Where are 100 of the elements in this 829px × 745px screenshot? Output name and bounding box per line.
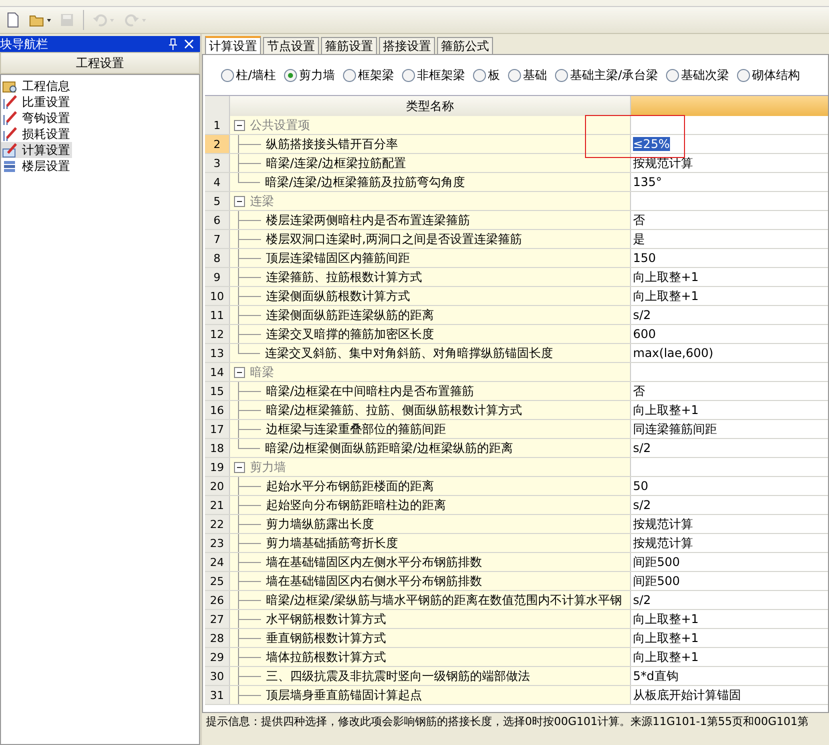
row-number: 31 [205,686,230,704]
radio-option[interactable]: 基础主梁/承台梁 [555,66,658,84]
collapse-toggle[interactable] [234,120,245,130]
sidebar-item[interactable]: 楼层设置 [1,158,72,174]
table-cell: 向上取整+1 [633,610,699,628]
table-cell: 暗梁/边框梁侧面纵筋距暗梁/边框梁纵筋的距离 [265,440,514,456]
radio-button[interactable] [402,68,416,82]
row-number: 20 [205,477,230,495]
row-number: 9 [205,268,230,286]
table-cell: 向上取整+1 [633,288,699,304]
radio-option[interactable]: 框架梁 [343,66,394,84]
table-cell: 连梁交叉斜筋、集中对角斜筋、对角暗撑纵筋锚固长度 [265,344,553,362]
table-cell: 5*d直钩 [633,668,678,684]
folder-magnifier-icon [2,78,18,94]
tab[interactable]: 节点设置 [263,37,319,54]
tab[interactable]: 计算设置 [205,36,261,54]
row-number: 4 [205,173,230,191]
section-header[interactable]: 工程设置 [0,52,200,74]
radio-button[interactable] [221,68,234,82]
radio-option[interactable]: 剪力墙 [284,66,336,84]
radio-button[interactable] [508,68,522,82]
header-cell [205,96,230,116]
document-icon [5,12,21,28]
row-number: 24 [205,553,230,571]
tree-connector [238,629,261,647]
table-cell: 135° [633,175,662,189]
pin-icon[interactable] [168,38,178,50]
collapse-toggle[interactable] [234,462,245,472]
table-cell: 否 [633,212,645,228]
table-cell: 暗梁/边框梁/梁纵筋与墙水平钢筋的距离在数值范围内不计算水平钢 [266,592,622,608]
table-cell: 连梁侧面纵筋根数计算方式 [266,288,410,304]
group-label: 暗梁 [250,364,274,380]
row-number: 15 [205,382,230,400]
table-cell: ≤25% [633,137,670,151]
close-icon[interactable] [184,39,194,49]
group-label: 连梁 [250,192,274,210]
table-cell: 600 [633,327,656,341]
radio-option[interactable]: 板 [473,66,500,84]
tab[interactable]: 搭接设置 [379,37,435,54]
radio-option[interactable]: 基础 [508,66,548,84]
tree-connector [238,249,261,267]
radio-button[interactable] [343,68,356,82]
tab[interactable]: 箍筋设置 [321,37,377,54]
radio-option[interactable]: 柱/墙柱 [221,66,276,84]
tree-connector [238,401,261,419]
row-number: 16 [205,401,230,419]
group-label: 公共设置项 [250,116,310,134]
row-number: 10 [205,287,230,305]
sidebar-item[interactable]: 计算设置 [1,142,72,158]
collapse-toggle[interactable] [234,366,245,378]
row-number: 29 [205,648,230,666]
tree-connector [238,211,261,229]
table-cell: max(lae,600) [633,346,714,360]
radio-button[interactable] [473,68,486,82]
table-cell: 顶层连梁锚固区内箍筋间距 [266,250,410,266]
redo-icon [124,12,148,28]
table-cell: 起始竖向分布钢筋距暗柱边的距离 [266,496,446,514]
table-cell: 从板底开始计算锚固 [633,686,741,704]
radio-option[interactable]: 非框架梁 [402,66,466,84]
tree-connector [238,610,261,628]
table-cell: 150 [633,251,656,265]
table-cell: 否 [633,382,645,400]
tab[interactable]: 箍筋公式 [437,37,493,54]
table-cell: s/2 [633,308,651,322]
tree-connector [238,496,261,514]
tree-connector [238,268,261,286]
radio-option[interactable]: 基础次梁 [666,66,730,84]
table-cell: 剪力墙纵筋露出长度 [266,516,374,532]
table-cell: 水平钢筋根数计算方式 [266,610,386,628]
row-number: 1 [205,116,230,134]
table-cell: 间距500 [633,572,680,590]
table-cell: 顶层墙身垂直筋锚固计算起点 [266,686,422,704]
table-cell: 连梁交叉暗撑的箍筋加密区长度 [266,326,434,342]
sidebar-item[interactable]: 工程信息 [1,78,72,94]
sidebar-item[interactable]: 比重设置 [1,94,72,110]
row-number: 14 [205,363,230,381]
radio-button[interactable] [284,68,298,82]
row-number: 21 [205,496,230,514]
table-cell: s/2 [633,498,651,512]
row-number: 22 [205,515,230,533]
table-cell: 墙在基础锚固区内左侧水平分布钢筋排数 [266,554,482,570]
row-number: 27 [205,610,230,628]
radio-button[interactable] [737,68,750,82]
table-cell: 墙在基础锚固区内右侧水平分布钢筋排数 [266,572,482,590]
collapse-toggle[interactable] [234,196,245,206]
radio-option[interactable]: 砌体结构 [737,66,800,84]
tree-connector [238,477,261,495]
table-cell: 按规范计算 [633,516,693,532]
radio-button[interactable] [666,68,680,82]
row-number: 6 [205,211,230,229]
table-cell: 墙体拉筋根数计算方式 [266,648,386,666]
sidebar-item[interactable]: 弯钩设置 [1,110,72,126]
row-number: 3 [205,154,230,172]
tree-connector [238,230,261,248]
sidebar-item[interactable]: 损耗设置 [1,126,72,142]
table-cell: 楼层连梁两侧暗柱内是否布置连梁箍筋 [266,212,470,228]
row-number: 13 [205,344,230,362]
radio-button[interactable] [555,68,568,82]
tree-connector [238,287,261,305]
table-cell: 暗梁/边框梁在中间暗柱内是否布置箍筋 [266,382,474,400]
